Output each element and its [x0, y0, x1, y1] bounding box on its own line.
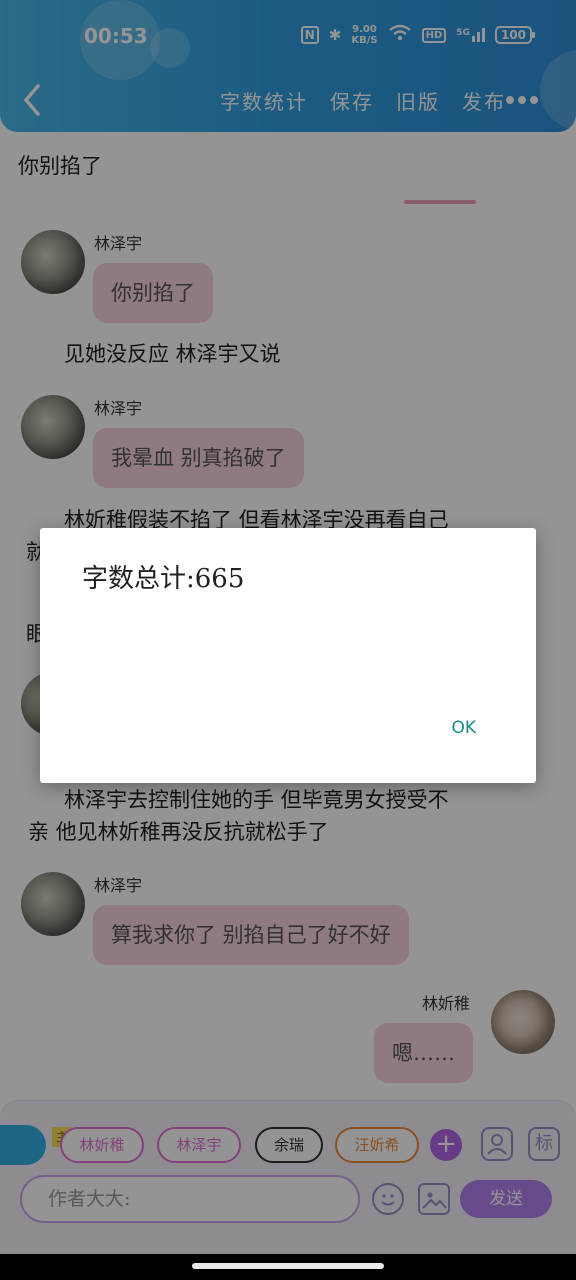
ok-button[interactable]: OK [451, 718, 476, 738]
dialog-title: 字数总计:665 [82, 564, 245, 594]
word-count-dialog: 字数总计:665 OK [40, 528, 536, 783]
home-indicator[interactable] [192, 1263, 384, 1269]
